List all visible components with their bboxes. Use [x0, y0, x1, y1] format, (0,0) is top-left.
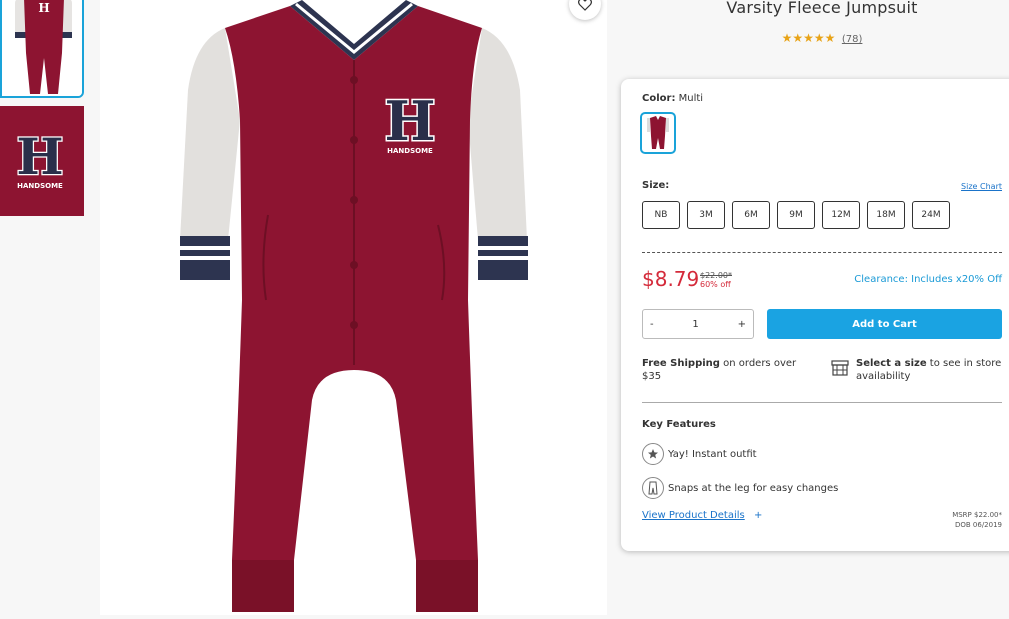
- size-options: NB 3M 6M 9M 12M 18M 24M: [642, 201, 950, 229]
- size-option-9m[interactable]: 9M: [777, 201, 815, 229]
- store-icon: [831, 360, 849, 380]
- size-option-12m[interactable]: 12M: [822, 201, 860, 229]
- feature-item: Snaps at the leg for easy changes: [642, 477, 838, 499]
- color-label: Color: Multi: [642, 93, 704, 104]
- expand-details-icon[interactable]: +: [754, 510, 762, 521]
- purchase-card: Color: Multi Size: Size Chart NB 3M 6M 9…: [621, 79, 1009, 551]
- product-title: Varsity Fleece Jumpsuit: [726, 0, 918, 17]
- rating: ★★★★★ (78): [622, 31, 1009, 45]
- swatch-image: [647, 116, 669, 149]
- jumpsuit-thumbnail-image: H: [2, 0, 82, 96]
- view-product-details-link[interactable]: View Product Details: [642, 510, 745, 521]
- review-count-link[interactable]: (78): [842, 34, 863, 45]
- size-option-18m[interactable]: 18M: [867, 201, 905, 229]
- divider: [642, 402, 1002, 403]
- svg-text:HANDSOME: HANDSOME: [17, 182, 63, 190]
- size-option-nb[interactable]: NB: [642, 201, 680, 229]
- size-chart-link[interactable]: Size Chart: [961, 182, 1002, 191]
- divider: [642, 252, 1002, 253]
- svg-text:H: H: [16, 127, 63, 186]
- color-value: Multi: [678, 93, 704, 104]
- thumbnail-front[interactable]: H: [0, 0, 84, 98]
- size-option-3m[interactable]: 3M: [687, 201, 725, 229]
- sale-price: $8.79: [642, 267, 700, 291]
- star-badge-icon: [642, 443, 664, 465]
- key-features-title: Key Features: [642, 419, 716, 430]
- thumbnail-logo[interactable]: H HANDSOME: [0, 106, 84, 216]
- svg-text:H: H: [384, 89, 435, 153]
- size-label: Size:: [642, 180, 670, 191]
- free-shipping-info: Free Shipping on orders over $35: [642, 358, 797, 382]
- quantity-stepper: - 1 +: [642, 309, 754, 339]
- store-availability-info: Select a size to see in store availabili…: [856, 358, 1002, 382]
- msrp-info: MSRP $22.00* DOB 06/2019: [952, 511, 1002, 529]
- size-option-6m[interactable]: 6M: [732, 201, 770, 229]
- rating-stars: ★★★★★: [781, 31, 836, 45]
- color-swatch-multi[interactable]: [640, 112, 676, 154]
- product-page: H H HANDSOME H HANDSOME Varsity Fleece J…: [0, 0, 1009, 619]
- add-to-cart-button[interactable]: Add to Cart: [767, 309, 1002, 339]
- logo-closeup-image: H HANDSOME: [0, 106, 84, 216]
- size-option-24m[interactable]: 24M: [912, 201, 950, 229]
- percent-off: 60% off: [700, 280, 731, 289]
- quantity-increase-button[interactable]: +: [738, 319, 746, 330]
- main-product-image: H HANDSOME: [100, 0, 607, 615]
- original-price: $22.00*: [700, 271, 732, 280]
- quantity-value[interactable]: 1: [692, 319, 698, 330]
- quantity-decrease-button[interactable]: -: [650, 319, 654, 330]
- jumpsuit-image: H HANDSOME: [100, 0, 607, 615]
- clearance-note: Clearance: Includes x20% Off: [854, 274, 1002, 285]
- feature-item: Yay! Instant outfit: [642, 443, 757, 465]
- svg-text:HANDSOME: HANDSOME: [387, 147, 433, 155]
- svg-text:H: H: [38, 1, 49, 15]
- heart-icon: [578, 0, 592, 11]
- snap-legs-icon: [642, 477, 664, 499]
